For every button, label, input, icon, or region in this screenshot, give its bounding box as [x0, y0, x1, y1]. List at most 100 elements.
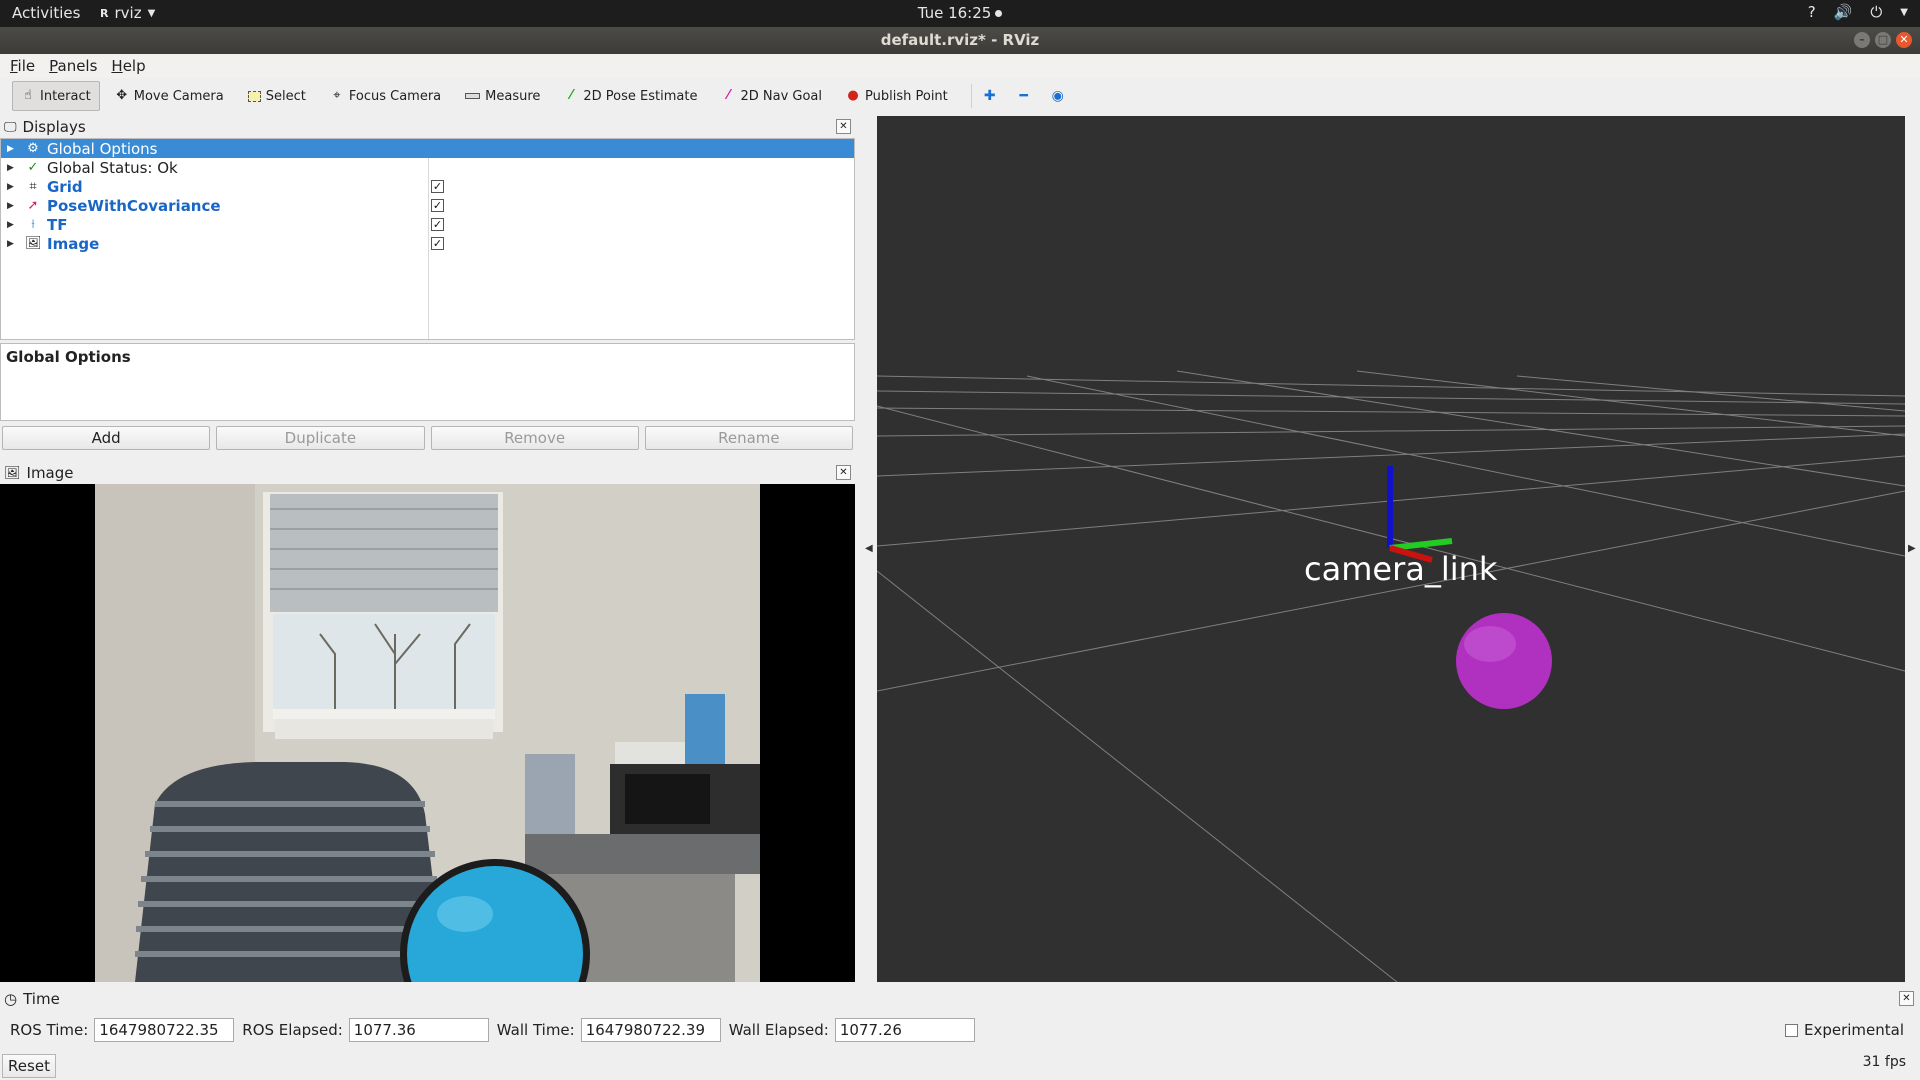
grid-and-axes — [877, 370, 1905, 982]
ros-time-field[interactable]: 1647980722.35 — [94, 1018, 235, 1042]
display-item-global-status[interactable]: ▶ ✓ Global Status: Ok — [1, 158, 854, 177]
property-description-box: Global Options — [0, 343, 855, 421]
image-icon: 🖼 — [4, 465, 21, 481]
close-button[interactable]: ✕ — [1896, 32, 1912, 48]
expand-arrow-icon[interactable]: ▶ — [7, 201, 17, 211]
maximize-button[interactable]: □ — [1875, 32, 1891, 48]
wall-time-label: Wall Time: — [496, 1021, 575, 1039]
hand-icon: ☝ — [24, 88, 32, 103]
duplicate-button[interactable]: Duplicate — [216, 426, 425, 450]
display-item-label: Global Status: Ok — [47, 158, 178, 177]
focus-camera-tool-button[interactable]: ⌖ Focus Camera — [321, 81, 450, 111]
close-panel-button[interactable]: ✕ — [836, 119, 851, 134]
display-item-grid[interactable]: ▶ ⌗ Grid — [1, 177, 854, 196]
display-item-label: Grid — [47, 177, 83, 196]
menu-file[interactable]: File — [10, 57, 35, 75]
remove-button[interactable]: Remove — [430, 426, 639, 450]
close-panel-button[interactable]: ✕ — [1899, 991, 1914, 1006]
system-top-bar: Activities R rviz ▼ Tue 16:25 ? 🔊 ⏻ ▼ — [0, 0, 1920, 27]
clock[interactable]: Tue 16:25 — [918, 4, 1003, 22]
publish-point-tool-button[interactable]: ● Publish Point — [837, 81, 957, 111]
image-panel-title: Image — [26, 464, 74, 482]
tf-enabled-checkbox[interactable]: ✓ — [431, 218, 444, 231]
displays-panel-header: 🖵 Displays ✕ — [0, 116, 855, 138]
reset-button[interactable]: Reset — [2, 1054, 56, 1078]
camera-image-view[interactable] — [0, 484, 855, 982]
checkbox-box[interactable] — [1784, 1023, 1798, 1037]
ros-elapsed-label: ROS Elapsed: — [242, 1021, 343, 1039]
display-item-label: PoseWithCovariance — [47, 196, 221, 215]
gear-icon: ⚙ — [27, 141, 39, 156]
tool-label: Move Camera — [133, 88, 224, 104]
description-title: Global Options — [6, 348, 131, 366]
tool-label: 2D Nav Goal — [740, 88, 823, 104]
display-item-label: Image — [47, 234, 100, 253]
display-buttons-row: Add Duplicate Remove Rename — [0, 426, 855, 452]
close-panel-button[interactable]: ✕ — [836, 465, 851, 480]
time-values-row: ROS Time: 1647980722.35 ROS Elapsed: 107… — [0, 1017, 1920, 1043]
system-menu-chevron-icon[interactable]: ▼ — [1900, 3, 1908, 23]
power-icon[interactable]: ⏻ — [1870, 3, 1882, 23]
wall-time-field[interactable]: 1647980722.39 — [580, 1018, 721, 1042]
expand-arrow-icon[interactable]: ▶ — [7, 239, 17, 249]
grid-enabled-checkbox[interactable]: ✓ — [431, 180, 444, 193]
ruler-icon — [465, 93, 481, 99]
tool-label: Select — [265, 88, 306, 104]
expand-arrow-icon[interactable]: ▶ — [7, 182, 17, 192]
camera-image — [95, 484, 760, 982]
pose-arrow-icon: ➚ — [27, 198, 39, 213]
remove-tool-icon[interactable]: ━ — [1014, 88, 1034, 104]
tf-frame-label: camera_link — [1304, 550, 1498, 588]
display-item-tf[interactable]: ▶ ⟊ TF — [1, 215, 854, 234]
display-item-pose-with-covariance[interactable]: ▶ ➚ PoseWithCovariance — [1, 196, 854, 215]
minimize-button[interactable]: – — [1854, 32, 1870, 48]
expand-arrow-icon[interactable]: ▶ — [7, 220, 17, 230]
display-item-image[interactable]: ▶ 🖼 Image — [1, 234, 854, 253]
expand-arrow-icon[interactable]: ▶ — [7, 144, 17, 154]
select-icon — [247, 90, 261, 102]
render-3d-view[interactable]: camera_link — [877, 116, 1905, 982]
rename-button[interactable]: Rename — [644, 426, 853, 450]
window-title: default.rviz* - RViz — [880, 31, 1040, 49]
window-titlebar: default.rviz* - RViz – □ ✕ — [0, 27, 1920, 54]
tool-label: Interact — [40, 88, 91, 104]
interact-tool-button[interactable]: ☝ Interact — [12, 81, 100, 111]
ros-time-label: ROS Time: — [10, 1021, 89, 1039]
time-panel-header: ◷ Time ✕ — [0, 988, 1920, 1010]
select-tool-button[interactable]: Select — [239, 81, 315, 111]
camera-type-icon[interactable]: ◉ — [1048, 88, 1068, 104]
2d-nav-goal-tool-button[interactable]: ⁄ 2D Nav Goal — [712, 81, 831, 111]
display-item-label: Global Options — [47, 139, 158, 158]
experimental-checkbox[interactable]: Experimental — [1784, 1021, 1904, 1039]
collapse-left-arrow-icon[interactable]: ◀ — [865, 543, 873, 554]
map-pin-icon: ● — [847, 88, 859, 103]
green-arrow-icon: ⁄ — [570, 88, 573, 103]
expand-arrow-icon[interactable]: ▶ — [7, 163, 17, 173]
display-item-label: TF — [47, 215, 68, 234]
image-enabled-checkbox[interactable]: ✓ — [431, 237, 444, 250]
wall-elapsed-label: Wall Elapsed: — [728, 1021, 829, 1039]
move-camera-tool-button[interactable]: ✥ Move Camera — [106, 81, 233, 111]
ros-elapsed-field[interactable]: 1077.36 — [348, 1018, 489, 1042]
add-button[interactable]: Add — [2, 426, 211, 450]
time-panel-title: Time — [23, 990, 60, 1008]
measure-tool-button[interactable]: Measure — [456, 81, 549, 111]
tool-label: Publish Point — [865, 88, 948, 104]
pink-arrow-icon: ⁄ — [727, 88, 730, 103]
2d-pose-estimate-tool-button[interactable]: ⁄ 2D Pose Estimate — [555, 81, 706, 111]
grid-icon: ⌗ — [29, 179, 37, 194]
menu-help[interactable]: Help — [111, 57, 145, 75]
toolbar: ☝ Interact ✥ Move Camera Select ⌖ Focus … — [0, 78, 1920, 114]
experimental-label: Experimental — [1803, 1021, 1904, 1039]
add-tool-icon[interactable]: ✚ — [980, 88, 1000, 104]
tool-label: Measure — [485, 88, 541, 104]
help-icon[interactable]: ? — [1808, 3, 1816, 23]
pose-enabled-checkbox[interactable]: ✓ — [431, 199, 444, 212]
display-item-global-options[interactable]: ▶ ⚙ Global Options — [1, 139, 854, 158]
clock-icon: ◷ — [4, 990, 18, 1008]
collapse-right-arrow-icon[interactable]: ▶ — [1908, 543, 1916, 554]
wall-elapsed-field[interactable]: 1077.26 — [834, 1018, 975, 1042]
menu-panels[interactable]: Panels — [49, 57, 97, 75]
notification-dot-icon — [995, 9, 1003, 17]
volume-icon[interactable]: 🔊 — [1834, 3, 1853, 23]
